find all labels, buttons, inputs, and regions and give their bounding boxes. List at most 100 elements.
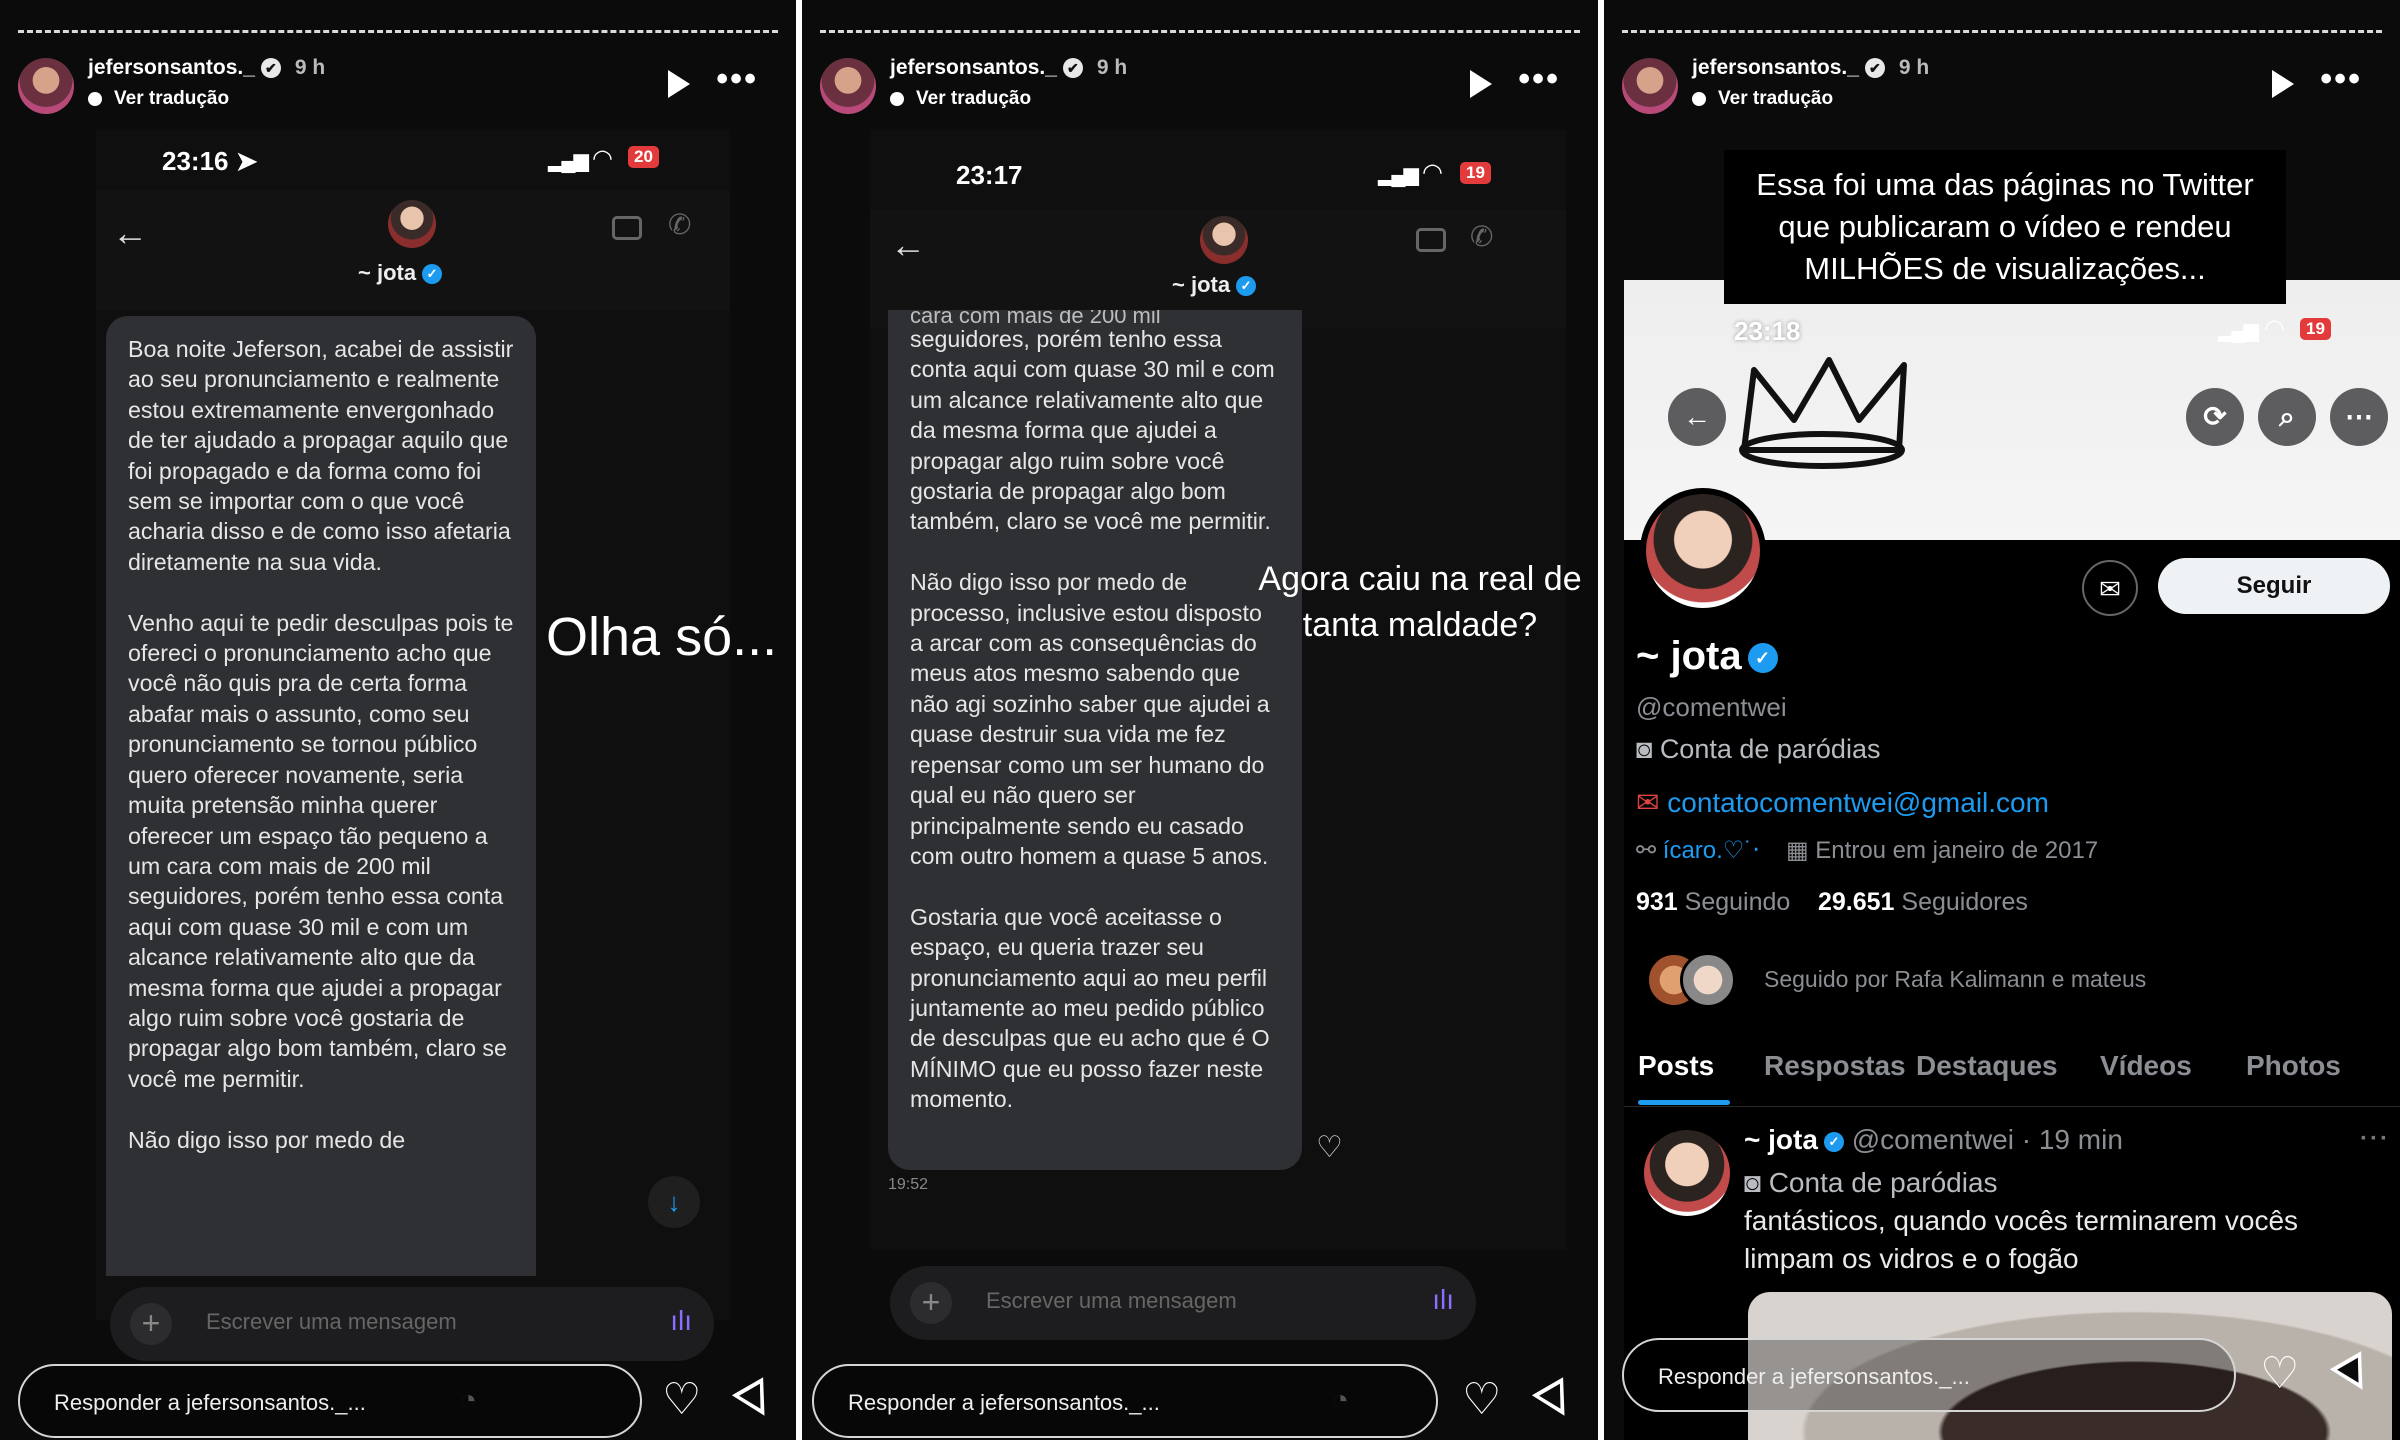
story-header: jefersonsantos._ ✔ 9 h Ver tradução •••: [1622, 52, 2382, 122]
verified-icon: ✓: [1823, 1131, 1844, 1152]
reply-input[interactable]: Responder a jefersonsantos._... ◔: [18, 1364, 642, 1438]
story-username[interactable]: jefersonsantos._ ✔ 9 h: [88, 56, 325, 80]
phone-icon[interactable]: ✆: [668, 208, 691, 241]
story-time: 9 h: [1096, 56, 1128, 79]
story-time: 9 h: [1898, 56, 1930, 79]
tab-1[interactable]: Posts: [1638, 1050, 1714, 1082]
more-options-icon[interactable]: •••: [1518, 62, 1560, 96]
profile-name: ~ jota ✓: [1636, 634, 1778, 679]
profile-link[interactable]: ícaro.♡˙‧: [1663, 837, 1760, 864]
play-icon[interactable]: [2272, 70, 2294, 98]
more-options-icon[interactable]: ⋯: [2330, 388, 2388, 446]
video-call-icon[interactable]: [612, 216, 642, 240]
reply-input[interactable]: Responder a jefersonsantos._... ◔: [812, 1364, 1438, 1438]
tweet-author: ~ jota ✓ @comentwei · 19 min: [1744, 1124, 2123, 1155]
verified-icon: ✔: [260, 58, 281, 79]
phone-screenshot: 23:17 ▂▄▆ ◠ 19 ← ~ jota ✓ ✆ cara com mais…: [870, 130, 1566, 1250]
translate-link[interactable]: Ver tradução: [88, 88, 229, 110]
reply-placeholder: Responder a jefersonsantos._...: [848, 1390, 1160, 1415]
chat-avatar[interactable]: [388, 200, 436, 248]
followers-stat[interactable]: 29.651 Seguidores: [1818, 888, 2028, 917]
translate-icon: [890, 91, 904, 106]
signal-icon: ▂▄▆: [1378, 164, 1419, 186]
profile-handle: @comentwei: [1636, 692, 1787, 722]
react-heart-icon[interactable]: ♡: [1316, 1130, 1343, 1165]
verified-icon: ✓: [422, 264, 443, 285]
like-heart-icon[interactable]: ♡: [2260, 1352, 2299, 1396]
following-stat[interactable]: 931 Seguindo: [1636, 888, 1790, 917]
tab-3[interactable]: Destaques: [1916, 1050, 2058, 1082]
translate-link[interactable]: Ver tradução: [1692, 88, 1833, 110]
play-icon[interactable]: [668, 70, 690, 98]
translate-icon: [1692, 91, 1706, 106]
back-arrow-icon[interactable]: ←: [112, 212, 148, 254]
reply-placeholder: Responder a jefersonsantos._...: [1658, 1364, 1970, 1389]
tab-4[interactable]: Vídeos: [2100, 1050, 2192, 1082]
refresh-icon[interactable]: ⟳: [2186, 388, 2244, 446]
story-caption: Essa foi uma das páginas no Twitter que …: [1724, 150, 2286, 304]
more-options-icon[interactable]: •••: [716, 62, 758, 96]
reply-input[interactable]: Responder a jefersonsantos._...: [1622, 1338, 2236, 1412]
follower-avatar: [1680, 952, 1736, 1008]
message-input[interactable]: + Escrever uma mensagem ılı: [110, 1287, 714, 1361]
plus-icon[interactable]: +: [130, 1303, 172, 1345]
translate-link[interactable]: Ver tradução: [890, 88, 1031, 110]
tweet-text: fantásticos, quando vocês terminarem voc…: [1744, 1205, 2299, 1274]
tab-5[interactable]: Photos: [2246, 1050, 2341, 1082]
tweet-avatar[interactable]: [1644, 1130, 1730, 1216]
voice-icon[interactable]: ılı: [1432, 1284, 1454, 1316]
verified-icon: ✓: [1236, 276, 1257, 297]
back-arrow-icon[interactable]: ←: [1668, 388, 1726, 446]
story-panel-3: 23:18 ▂▄▆ ◠ 19 ← ⟳ ⌕ ⋯ ✉ Seguir ~ jota ✓ …: [1604, 0, 2400, 1440]
chat-avatar[interactable]: [1200, 216, 1248, 264]
wifi-icon: ◠: [2264, 315, 2285, 342]
battery-badge: 20: [628, 146, 659, 168]
tweet-more-icon[interactable]: ···: [2360, 1124, 2390, 1154]
back-arrow-icon[interactable]: ←: [890, 224, 926, 266]
status-time: 23:17: [956, 160, 1023, 190]
envelope-icon: ✉: [1636, 787, 1668, 818]
bell-icon: ◔: [1332, 1384, 1349, 1415]
active-tab-indicator: [1638, 1100, 1730, 1105]
follow-button[interactable]: Seguir: [2158, 558, 2390, 614]
profile-body: ✉ Seguir ~ jota ✓ @comentwei ◙ Conta de p…: [1624, 540, 2400, 1440]
avatar[interactable]: [820, 58, 876, 114]
avatar[interactable]: [1622, 58, 1678, 114]
chat-name[interactable]: ~ jota ✓: [1172, 272, 1257, 298]
story-header: jefersonsantos._ ✔ 9 h Ver tradução •••: [18, 52, 778, 122]
profile-email[interactable]: ✉ contatocomentwei@gmail.com: [1636, 786, 2049, 819]
more-options-icon[interactable]: •••: [2320, 62, 2362, 96]
wifi-icon: ◠: [592, 145, 613, 172]
message-input[interactable]: + Escrever uma mensagem ılı: [890, 1266, 1476, 1340]
story-username[interactable]: jefersonsantos._ ✔ 9 h: [890, 56, 1127, 80]
plus-icon[interactable]: +: [910, 1282, 952, 1324]
play-icon[interactable]: [1470, 70, 1492, 98]
search-icon[interactable]: ⌕: [2258, 388, 2316, 446]
profile-avatar[interactable]: [1640, 488, 1766, 614]
voice-icon[interactable]: ılı: [670, 1305, 692, 1337]
mask-icon: ◙: [1744, 1167, 1769, 1198]
phone-screenshot: 23:16 ➤ ▂▄▆ ◠ 20 ← ~ jota ✓ ✆ Boa noite J…: [96, 130, 730, 1320]
share-send-icon[interactable]: [1531, 1377, 1581, 1425]
bell-icon: ◔: [460, 1384, 477, 1415]
avatar[interactable]: [18, 58, 74, 114]
status-time: 23:16 ➤: [162, 146, 258, 176]
message-input-placeholder: Escrever uma mensagem: [986, 1288, 1237, 1313]
mail-icon[interactable]: ✉: [2082, 560, 2138, 616]
link-icon: ⚯: [1636, 837, 1663, 864]
message-timestamp: 19:52: [888, 1176, 929, 1193]
story-username[interactable]: jefersonsantos._ ✔ 9 h: [1692, 56, 1929, 80]
story-progress-bar: [1622, 30, 2382, 33]
video-call-icon[interactable]: [1416, 228, 1446, 252]
chat-header: ← ~ jota ✓ ✆: [96, 190, 730, 310]
profile-bio: ◙ Conta de paródias: [1636, 734, 1881, 764]
scroll-down-icon[interactable]: ↓: [648, 1176, 700, 1228]
phone-icon[interactable]: ✆: [1470, 220, 1493, 253]
calendar-icon: ▦: [1785, 837, 1816, 864]
chat-name[interactable]: ~ jota ✓: [358, 260, 443, 286]
like-heart-icon[interactable]: ♡: [1462, 1378, 1501, 1422]
translate-icon: [88, 91, 102, 106]
tab-2[interactable]: Respostas: [1764, 1050, 1906, 1082]
like-heart-icon[interactable]: ♡: [662, 1378, 701, 1422]
share-send-icon[interactable]: [731, 1377, 781, 1425]
